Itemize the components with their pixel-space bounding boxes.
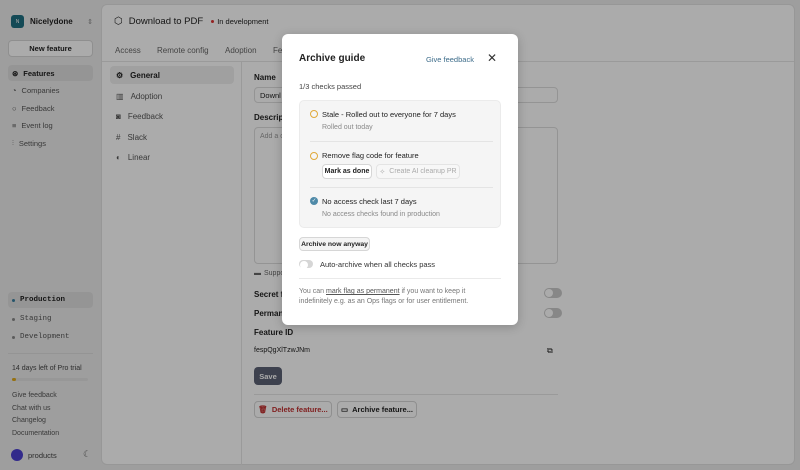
footer-text: You can	[299, 288, 326, 295]
auto-archive-label: Auto-archive when all checks pass	[320, 260, 436, 269]
check-title: No access check last 7 days	[322, 197, 417, 206]
create-ai-cleanup-pr-button[interactable]: ✧ Create AI cleanup PR	[376, 164, 460, 179]
check-title: Stale - Rolled out to everyone for 7 day…	[322, 110, 456, 119]
auto-archive-toggle[interactable]	[299, 260, 313, 269]
ai-pr-label: Create AI cleanup PR	[389, 168, 457, 175]
archive-guide-modal: Archive guide Give feedback ✕ 1/3 checks…	[282, 34, 518, 325]
mark-as-done-button[interactable]: Mark as done	[322, 164, 372, 179]
ai-sparkle-icon: ✧	[379, 168, 386, 176]
modal-title: Archive guide	[299, 53, 366, 64]
check-subtitle: Rolled out today	[322, 124, 373, 131]
check-passed-icon: ✓	[310, 197, 318, 205]
divider	[299, 278, 501, 279]
divider	[310, 187, 493, 188]
check-subtitle: No access checks found in production	[322, 211, 440, 218]
check-title: Remove flag code for feature	[322, 151, 419, 160]
mark-permanent-link[interactable]: mark flag as permanent	[326, 288, 400, 295]
checks-summary: 1/3 checks passed	[299, 82, 362, 91]
pending-circle-icon	[310, 152, 318, 160]
checks-list: Stale - Rolled out to everyone for 7 day…	[299, 100, 501, 228]
archive-now-anyway-button[interactable]: Archive now anyway	[299, 237, 370, 251]
give-feedback-link[interactable]: Give feedback	[426, 55, 474, 64]
pending-circle-icon	[310, 110, 318, 118]
divider	[310, 141, 493, 142]
footer-note: You can mark flag as permanent if you wa…	[299, 287, 489, 307]
close-icon[interactable]: ✕	[487, 51, 497, 65]
